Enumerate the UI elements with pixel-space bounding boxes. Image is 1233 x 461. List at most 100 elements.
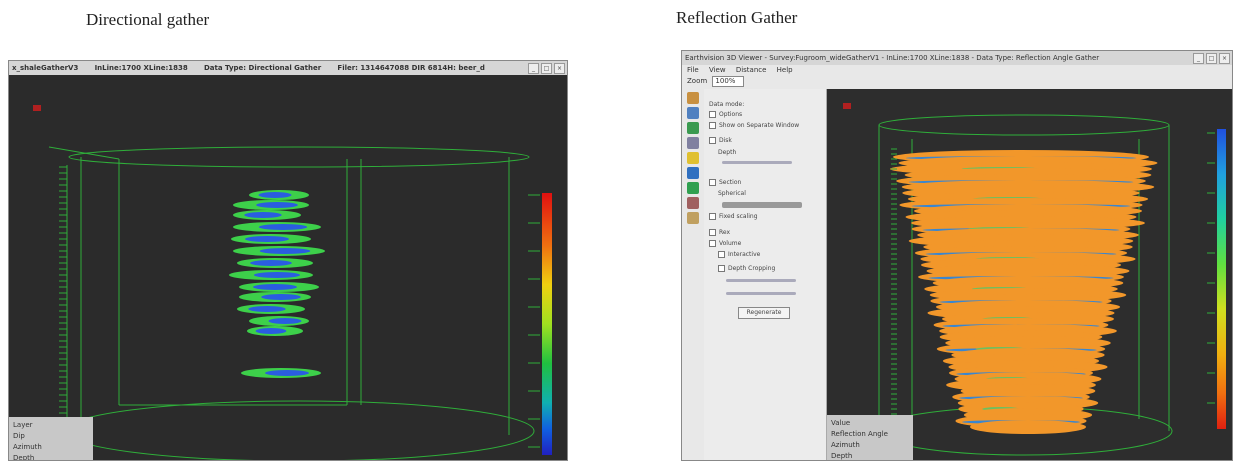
menu-distance[interactable]: Distance [736, 66, 767, 74]
gather-band-core [248, 306, 286, 312]
disk-checkbox[interactable] [709, 137, 716, 144]
left-colorbar [542, 193, 552, 455]
gather-band-core [253, 284, 297, 290]
data-mode-label: Data mode: [709, 101, 745, 108]
menu-bar: File View Distance Help [682, 65, 1232, 75]
options-row[interactable]: Options [709, 111, 742, 118]
gather-band-core [253, 272, 301, 278]
fixed-scaling-label: Fixed scaling [719, 213, 758, 220]
menu-view[interactable]: View [709, 66, 726, 74]
depth-cropping-label: Depth Cropping [728, 265, 776, 272]
gather-band-core [256, 202, 298, 208]
rex-checkbox[interactable] [709, 229, 716, 236]
legend-item: Azimuth [13, 443, 42, 451]
title-segment: Data Type: Directional Gather [203, 64, 322, 72]
gather-band-core [255, 328, 287, 334]
zoom-label: Zoom [687, 77, 708, 85]
right-3d-viewport[interactable]: Value Reflection Angle Azimuth Depth [827, 89, 1232, 460]
home-icon[interactable] [687, 92, 699, 104]
separate-window-label: Show on Separate Window [719, 122, 800, 129]
section-checkbox[interactable] [709, 179, 716, 186]
directional-gather-volume [229, 190, 325, 378]
close-icon[interactable]: × [554, 63, 565, 74]
zoom-select[interactable]: 100% [712, 76, 745, 87]
rex-row[interactable]: Rex [709, 229, 730, 236]
camera-icon[interactable] [687, 167, 699, 179]
reflection-gather-plot [843, 103, 1226, 456]
rotate-icon[interactable] [687, 107, 699, 119]
tool-column [682, 89, 704, 460]
legend-item: Dip [13, 432, 25, 440]
gather-band-core [265, 370, 309, 376]
options-panel: Data mode: Options Show on Separate Wind… [704, 89, 827, 460]
regenerate-button[interactable]: Regenerate [738, 307, 790, 319]
depth-cropping-checkbox[interactable] [718, 265, 725, 272]
refresh-icon[interactable] [687, 182, 699, 194]
gather-band-core [258, 224, 308, 230]
depth-cropping-row[interactable]: Depth Cropping [718, 265, 775, 272]
left-3d-viewport[interactable]: Layer Dip Azimuth Depth [9, 75, 567, 461]
depth-row: Depth [718, 149, 736, 156]
legend-item: Depth [831, 452, 853, 460]
directional-gather-plot [33, 105, 552, 460]
options-label: Options [719, 111, 743, 118]
right-titlebar[interactable]: Earthvision 3D Viewer - Survey:Fugroom_w… [682, 51, 1232, 65]
depth-slider[interactable] [722, 161, 792, 164]
menu-file[interactable]: File [687, 66, 699, 74]
zoom-icon[interactable] [687, 122, 699, 134]
rex-label: Rex [719, 229, 731, 236]
gather-band-core [261, 294, 301, 300]
right-legend: Value Reflection Angle Azimuth Depth [827, 415, 913, 460]
pointer-icon[interactable] [687, 197, 699, 209]
title-segment: Filer: 1314647088 DIR 6814H: beer_d [337, 64, 485, 72]
reflection-gather-volume [890, 150, 1158, 434]
fixed-scaling-checkbox[interactable] [709, 213, 716, 220]
data-mode-row: Data mode: [709, 101, 744, 108]
title-segment: InLine:1700 XLine:1838 [94, 64, 188, 72]
crop-bottom-slider[interactable] [726, 292, 796, 295]
minimize-icon[interactable]: _ [1193, 53, 1204, 64]
maximize-icon[interactable]: □ [1206, 53, 1217, 64]
gather-band-core [250, 260, 292, 266]
cursor-icon[interactable] [687, 137, 699, 149]
disk-row[interactable]: Disk [709, 137, 732, 144]
left-titlebar[interactable]: x_shaleGatherV3 InLine:1700 XLine:1838 D… [9, 61, 567, 75]
section-row[interactable]: Section [709, 179, 741, 186]
volume-row[interactable]: Volume [709, 240, 741, 247]
legend-item: Depth [13, 454, 35, 461]
maximize-icon[interactable]: □ [541, 63, 552, 74]
interactive-label: Interactive [728, 251, 761, 258]
gather-band-core [258, 192, 292, 198]
close-icon[interactable]: × [1219, 53, 1230, 64]
spherical-label: Spherical [718, 190, 746, 197]
section-slider[interactable] [722, 202, 802, 208]
legend-item: Azimuth [831, 441, 860, 449]
left-legend: Layer Dip Azimuth Depth [9, 417, 93, 461]
axis-marker-icon [33, 105, 41, 111]
depth-label: Depth [718, 149, 737, 156]
legend-item: Value [831, 419, 851, 427]
separate-window-row[interactable]: Show on Separate Window [709, 122, 799, 129]
separate-window-checkbox[interactable] [709, 122, 716, 129]
axis-marker-icon [843, 103, 851, 109]
menu-help[interactable]: Help [777, 66, 793, 74]
disk-label: Disk [719, 137, 732, 144]
directional-gather-window: x_shaleGatherV3 InLine:1700 XLine:1838 D… [8, 60, 568, 461]
options-checkbox[interactable] [709, 111, 716, 118]
fixed-scaling-row[interactable]: Fixed scaling [709, 213, 758, 220]
legend-item: Reflection Angle [831, 430, 888, 438]
crop-top-slider[interactable] [726, 279, 796, 282]
volume-label: Volume [719, 240, 742, 247]
volume-checkbox[interactable] [709, 240, 716, 247]
interactive-checkbox[interactable] [718, 251, 725, 258]
minimize-icon[interactable]: _ [528, 63, 539, 74]
settings-icon[interactable] [687, 212, 699, 224]
caption-reflection: Reflection Gather [676, 8, 798, 27]
gather-band-core [259, 248, 311, 254]
light-icon[interactable] [687, 152, 699, 164]
reflection-band [970, 420, 1086, 434]
caption-directional: Directional gather [86, 10, 210, 29]
title-segment: x_shaleGatherV3 [12, 64, 79, 72]
zoom-bar: Zoom 100% [682, 75, 1232, 87]
interactive-row[interactable]: Interactive [718, 251, 760, 258]
